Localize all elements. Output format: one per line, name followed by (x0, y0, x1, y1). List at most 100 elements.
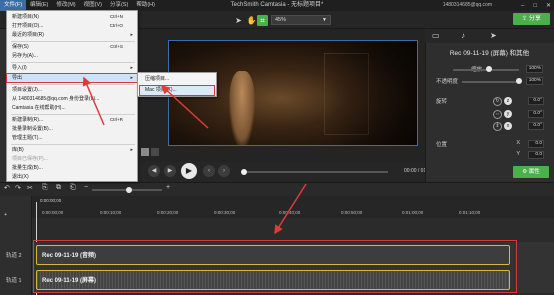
menu-item-batch-record-settings[interactable]: 批量录制设置(B)... (7, 125, 137, 133)
menu-separator (11, 144, 135, 145)
pointer-icon[interactable]: ➤ (233, 15, 244, 26)
menu-item-label: 导入(I) (12, 65, 27, 71)
split-icon[interactable]: ⎘ (42, 184, 48, 192)
close-icon[interactable]: ✕ (546, 2, 551, 9)
menu-item-batch-produce[interactable]: 批量生成(B)... (7, 164, 137, 172)
menu-item-save[interactable]: 保存(S) Ctrl+S (7, 43, 137, 51)
opacity-input[interactable]: 100% (526, 77, 543, 85)
menu-item-compress-project[interactable]: 压缩项目... (140, 75, 214, 84)
shortcut-label: Ctrl+R (109, 117, 123, 122)
cursor-properties-icon[interactable]: ➤ (490, 31, 497, 40)
rotate-z-icon: ↻ (493, 97, 502, 106)
share-label: 分享 (528, 16, 541, 22)
menu-item-library[interactable]: 库(B) ▸ (7, 146, 137, 154)
menu-item-mac-project[interactable]: Mac 项目(K)... (139, 85, 215, 96)
copy-icon[interactable]: ⧉ (56, 184, 61, 192)
undo-icon[interactable]: ↶ (4, 184, 10, 192)
menu-separator (11, 41, 135, 42)
menu-separator (11, 62, 135, 63)
hand-icon[interactable]: ✋ (246, 15, 257, 26)
position-y-input[interactable]: 0.0 (528, 151, 544, 159)
grid-view-icon[interactable] (141, 148, 149, 156)
menu-item-save-as[interactable]: 另存为(A)... (7, 52, 137, 60)
menu-item-label: 从 1480314685@qq.com 身份登录(L)... (12, 96, 100, 102)
play-button[interactable]: ▶ (181, 163, 197, 179)
timeline-zoom-handle[interactable] (126, 187, 132, 193)
prev-frame-icon[interactable]: ‹ (203, 165, 215, 177)
menu-item-export[interactable]: 导出 ▸ (6, 72, 138, 84)
track-1-label: 轨道 1 (6, 278, 22, 284)
chevron-down-icon: ▼ (322, 17, 327, 23)
scale-input[interactable]: 100% (526, 65, 543, 73)
menu-item-new-project[interactable]: 新建项目(N) Ctrl+N (7, 13, 137, 21)
clips-highlight-box (33, 240, 517, 293)
file-menu-dropdown: 新建项目(N) Ctrl+N 打开项目(O)... Ctrl+O 最近的项目(R) ▸… (6, 10, 138, 182)
export-submenu: 压缩项目... Mac 项目(K)... (137, 72, 217, 97)
redo-icon[interactable]: ↷ (15, 184, 21, 192)
rotate-y-dial[interactable]: y (504, 110, 512, 118)
ruler-label: 0:00:10;00 (100, 210, 122, 215)
playhead-time: 0:00:00;00 (40, 198, 62, 203)
scrub-track[interactable] (243, 171, 388, 173)
ruler-label: 0:00:30;00 (214, 210, 236, 215)
account-email[interactable]: 1480314685@qq.com (443, 0, 492, 11)
scrub-handle[interactable] (241, 169, 247, 175)
list-view-icon[interactable] (151, 148, 159, 156)
rotation-x-input[interactable]: 0.0° (528, 122, 544, 130)
position-y-axis: Y (516, 151, 520, 157)
properties-button[interactable]: ⚙ 属性 (513, 166, 549, 178)
menu-item-label: Camtasia 在线帮助(H)... (12, 105, 66, 111)
ruler-label: 0:01:10;00 (459, 210, 481, 215)
next-frame-icon[interactable]: › (218, 165, 230, 177)
rotate-x-dial[interactable]: x (504, 122, 512, 130)
share-button[interactable]: ⇪ 分享 (513, 13, 550, 25)
position-x-input[interactable]: 0.0 (528, 140, 544, 148)
cut-icon[interactable]: ✂ (27, 184, 33, 192)
menu-item-import[interactable]: 导入(I) ▸ (7, 64, 137, 72)
shortcut-label: Ctrl+S (110, 44, 123, 49)
menu-item-open-project[interactable]: 打开项目(O)... Ctrl+O (7, 22, 137, 30)
zoom-select[interactable]: 45% ▼ (271, 15, 331, 25)
opacity-slider[interactable] (462, 81, 519, 83)
menu-item-label: 新建项目(N) (12, 14, 39, 20)
chevron-right-icon: ▸ (130, 75, 133, 81)
menu-separator (11, 114, 135, 115)
ruler-label: 0:00:00;00 (42, 210, 64, 215)
menu-item-project-saved: 项目已保存(P)... (7, 155, 137, 163)
menu-item-label: 导出 (12, 75, 23, 81)
crop-icon[interactable]: ⌗ (257, 15, 268, 26)
rotation-z-input[interactable]: 0.0° (528, 97, 544, 105)
menu-item-label: 批量录制设置(B)... (12, 126, 53, 132)
menu-item-new-recording[interactable]: 新建录制(R)... Ctrl+R (7, 116, 137, 124)
skip-forward-icon[interactable]: ▶ (164, 165, 176, 177)
paste-icon[interactable]: ⎗ (70, 184, 76, 192)
minimize-icon[interactable]: – (521, 3, 524, 9)
menu-item-exit[interactable]: 退出(X) (7, 173, 137, 181)
ruler-label: 0:00:40;00 (279, 210, 301, 215)
zoom-in-icon[interactable]: + (166, 184, 170, 191)
video-shadow (327, 41, 417, 145)
menu-item-online-help[interactable]: Camtasia 在线帮助(H)... (7, 104, 137, 112)
ruler-label: 0:01:00;00 (402, 210, 424, 215)
menu-item-manage-themes[interactable]: 管理主题(T)... (7, 134, 137, 142)
upload-icon: ⇪ (522, 16, 529, 22)
menu-item-sign-in[interactable]: 从 1480314685@qq.com 身份登录(L)... (7, 95, 137, 103)
opacity-slider-handle[interactable] (516, 78, 522, 84)
step-back-icon[interactable]: ◀ (148, 165, 160, 177)
shortcut-label: Ctrl+N (109, 14, 123, 19)
audio-properties-icon[interactable]: ♪ (461, 31, 465, 40)
maximize-icon[interactable]: □ (533, 3, 537, 9)
tracks-add-icon[interactable]: + (4, 212, 7, 218)
visual-properties-icon[interactable]: ▭ (432, 31, 440, 40)
menu-item-label: 打开项目(O)... (12, 23, 44, 29)
menu-item-label: 管理主题(T)... (12, 135, 43, 141)
rotate-z-dial[interactable]: z (504, 97, 512, 105)
menu-separator (11, 84, 135, 85)
window-controls: – □ ✕ (521, 0, 551, 11)
rotation-y-input[interactable]: 0.0° (528, 110, 544, 118)
menu-item-recent-projects[interactable]: 最近的项目(R) ▸ (7, 31, 137, 39)
video-subject (229, 71, 255, 145)
menu-item-project-settings[interactable]: 项目设置(J)... (7, 86, 137, 94)
zoom-out-icon[interactable]: − (84, 184, 88, 191)
track-2-label: 轨道 2 (6, 253, 22, 259)
